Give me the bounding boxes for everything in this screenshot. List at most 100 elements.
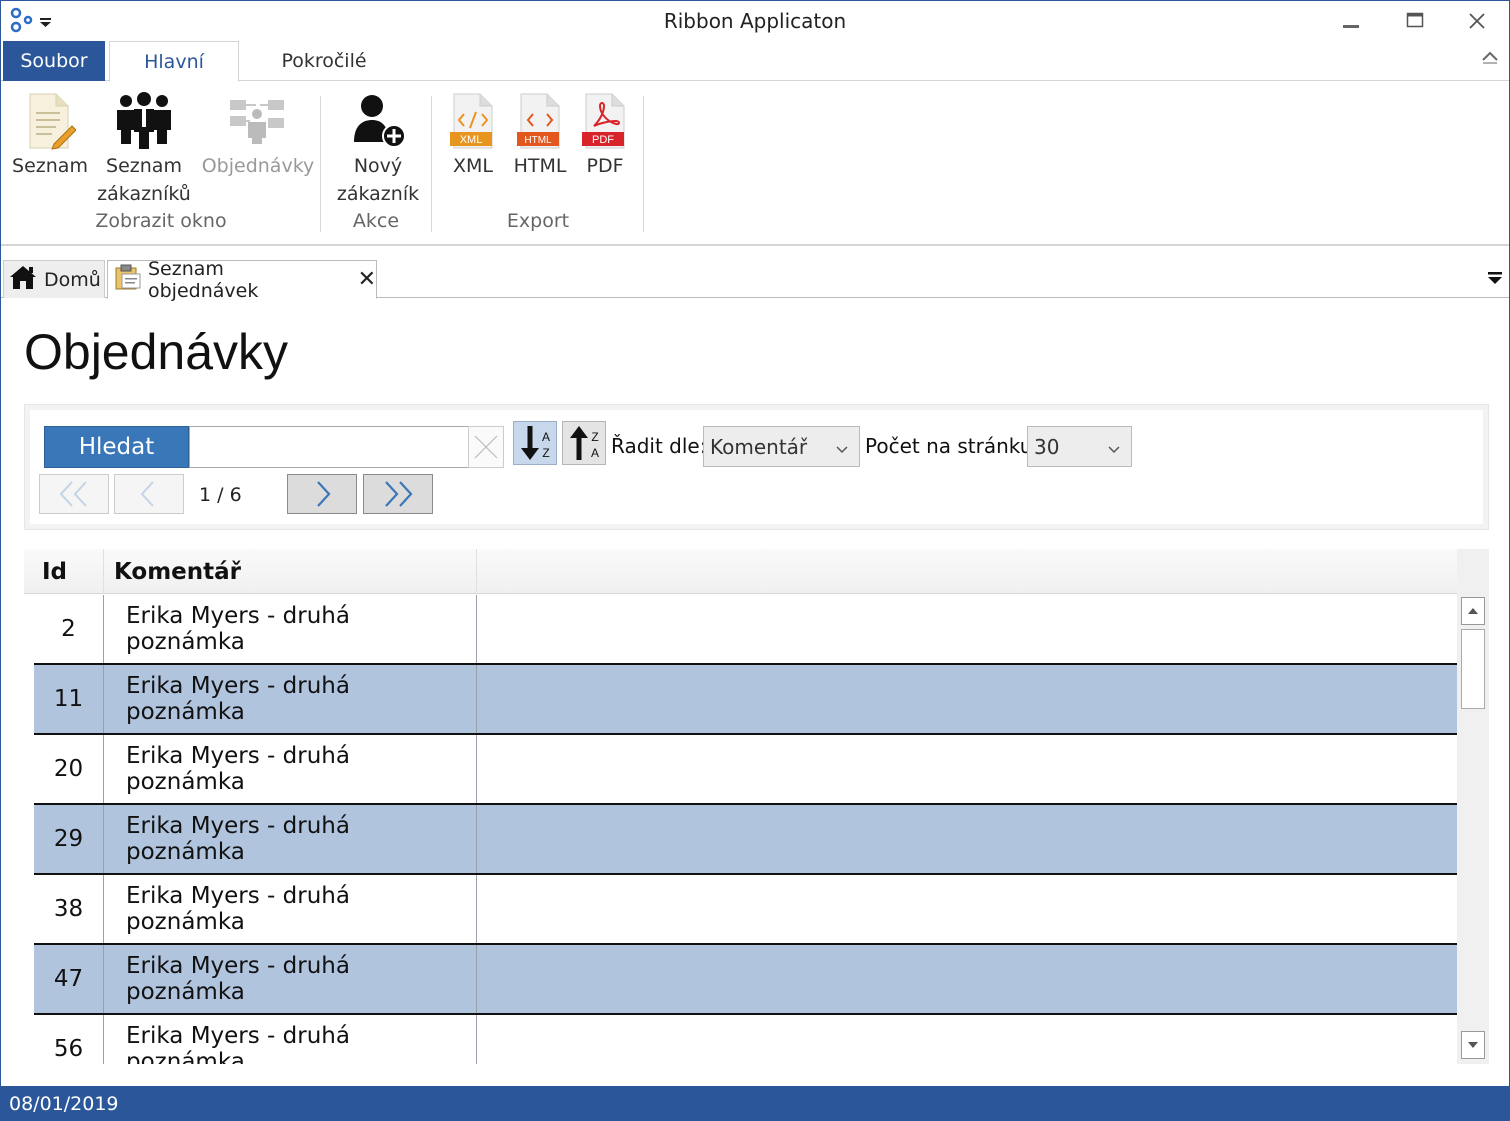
customers-list-label-1: Seznam — [106, 155, 182, 177]
svg-text:A: A — [591, 446, 599, 460]
doc-tab-orders-label: Seznam objednávek — [148, 257, 259, 302]
table-row[interactable]: 20 Erika Myers - druhá poznámka — [34, 735, 1457, 805]
table-row[interactable]: 56 Erika Myers - druhá poznámka — [34, 1015, 1457, 1064]
export-pdf-label: PDF — [586, 155, 624, 177]
filter-toolbar-inner: Hledat A Z Z A Řadit dle: Komentář Počet… — [30, 410, 1483, 524]
collapse-ribbon-icon[interactable] — [1481, 49, 1499, 68]
export-html-label: HTML — [513, 155, 567, 177]
list-button[interactable]: Seznam — [11, 90, 89, 180]
scroll-down-button[interactable] — [1461, 1031, 1485, 1059]
clear-search-button[interactable] — [468, 426, 504, 468]
chevron-right-icon — [317, 481, 331, 507]
xml-badge-text: XML — [460, 134, 483, 146]
minimize-button[interactable] — [1319, 1, 1383, 41]
cell-comment: Erika Myers - druhá poznámka — [104, 945, 477, 1013]
tabs-dropdown-icon[interactable] — [1487, 270, 1503, 290]
double-chevron-left-icon — [59, 481, 87, 507]
sort-ascending-button[interactable]: A Z — [513, 421, 557, 465]
sort-descending-button[interactable]: Z A — [562, 421, 606, 465]
page-title: Objednávky — [24, 324, 289, 380]
cell-id: 47 — [34, 945, 104, 1013]
tab-advanced[interactable]: Pokročilé — [251, 41, 397, 81]
customers-list-button[interactable]: Seznam zákazníků — [95, 90, 193, 208]
first-page-button[interactable] — [39, 474, 109, 514]
new-customer-label-1: Nový — [353, 155, 403, 177]
pdf-badge-text: PDF — [592, 134, 614, 146]
orders-button[interactable]: Objednávky — [199, 90, 317, 180]
doc-tab-orders[interactable]: Seznam objednávek ✕ — [107, 257, 377, 302]
sort-by-value: Komentář — [710, 434, 808, 459]
chevron-left-icon — [140, 481, 154, 507]
cell-id: 38 — [34, 875, 104, 943]
export-pdf-button[interactable]: PDF PDF — [577, 90, 633, 180]
table-row[interactable]: 2 Erika Myers - druhá poznámka — [34, 595, 1457, 665]
chevron-down-icon — [835, 437, 849, 461]
search-button[interactable]: Hledat — [44, 426, 189, 468]
orders-grid: Id Komentář 2 Erika Myers - druhá poznám… — [24, 549, 1489, 1064]
new-customer-button[interactable]: Nový zákazník — [331, 90, 425, 208]
title-bar: Ribbon Applicaton — [1, 1, 1509, 41]
scroll-up-button[interactable] — [1461, 597, 1485, 625]
last-page-button[interactable] — [363, 474, 433, 514]
table-row[interactable]: 47 Erika Myers - druhá poznámka — [34, 945, 1457, 1015]
doc-tab-home[interactable]: Domů — [3, 260, 105, 298]
orders-hierarchy-icon — [226, 90, 290, 152]
column-header-id[interactable]: Id — [34, 549, 104, 594]
svg-text:A: A — [542, 430, 550, 444]
tab-file[interactable]: Soubor — [3, 41, 105, 81]
column-header-comment[interactable]: Komentář — [104, 549, 477, 594]
ribbon-panel: Seznam Seznam zákazníků Objednávky Zobra… — [1, 82, 1509, 246]
cell-id: 11 — [34, 665, 104, 733]
scroll-down-icon — [1468, 1042, 1478, 1048]
close-window-button[interactable] — [1445, 1, 1509, 41]
html-badge-text: HTML — [524, 135, 552, 146]
svg-text:Z: Z — [542, 446, 549, 460]
document-edit-icon — [18, 90, 82, 152]
cell-id: 2 — [34, 595, 104, 663]
status-bar: 08/01/2019 — [1, 1086, 1510, 1121]
document-tab-bar: Domů Seznam objednávek ✕ — [1, 256, 1509, 302]
cell-comment: Erika Myers - druhá poznámka — [104, 1015, 477, 1064]
clear-icon — [474, 435, 498, 459]
table-row[interactable]: 29 Erika Myers - druhá poznámka — [34, 805, 1457, 875]
cell-comment: Erika Myers - druhá poznámka — [104, 595, 477, 663]
tab-main[interactable]: Hlavní — [109, 41, 239, 82]
orders-button-label: Objednávky — [201, 155, 315, 177]
double-chevron-right-icon — [385, 481, 413, 507]
app-window: Ribbon Applicaton Soubor Hlavní Pokročil… — [0, 0, 1510, 1121]
vertical-scrollbar[interactable] — [1457, 549, 1489, 1064]
sort-descending-icon: Z A — [570, 426, 599, 460]
cell-comment: Erika Myers - druhá poznámka — [104, 735, 477, 803]
maximize-button[interactable] — [1383, 1, 1447, 41]
export-html-button[interactable]: HTML HTML — [509, 90, 571, 180]
xml-file-icon: XML — [441, 90, 505, 152]
chevron-down-icon — [1107, 437, 1121, 461]
table-row[interactable]: 11 Erika Myers - druhá poznámka — [34, 665, 1457, 735]
sort-by-label: Řadit dle: — [611, 434, 707, 458]
cell-comment: Erika Myers - druhá poznámka — [104, 665, 477, 733]
ribbon-separator — [643, 96, 644, 232]
sort-by-select[interactable]: Komentář — [703, 426, 860, 467]
html-file-icon: HTML — [508, 90, 572, 152]
window-title: Ribbon Applicaton — [663, 9, 847, 33]
next-page-button[interactable] — [287, 474, 357, 514]
customers-group-icon — [112, 90, 176, 152]
search-input[interactable] — [189, 426, 469, 468]
per-page-label: Počet na stránku: — [865, 434, 1040, 458]
ribbon-tab-bar: Soubor Hlavní Pokročilé — [1, 41, 1509, 82]
group-label-view: Zobrazit okno — [95, 210, 227, 232]
export-xml-button[interactable]: XML XML — [445, 90, 501, 180]
new-customer-label-2: zákazník — [336, 183, 420, 205]
add-user-icon — [346, 90, 410, 152]
ribbon-separator — [320, 96, 321, 232]
close-tab-icon[interactable]: ✕ — [358, 267, 376, 292]
clipboard-icon — [114, 264, 142, 295]
cell-id: 56 — [34, 1015, 104, 1064]
previous-page-button[interactable] — [114, 474, 184, 514]
table-row[interactable]: 38 Erika Myers - druhá poznámka — [34, 875, 1457, 945]
scrollbar-thumb[interactable] — [1461, 629, 1485, 709]
page-indicator: 1 / 6 — [199, 484, 242, 506]
per-page-select[interactable]: 30 — [1027, 426, 1132, 467]
svg-text:Z: Z — [591, 430, 598, 444]
per-page-value: 30 — [1034, 434, 1060, 459]
